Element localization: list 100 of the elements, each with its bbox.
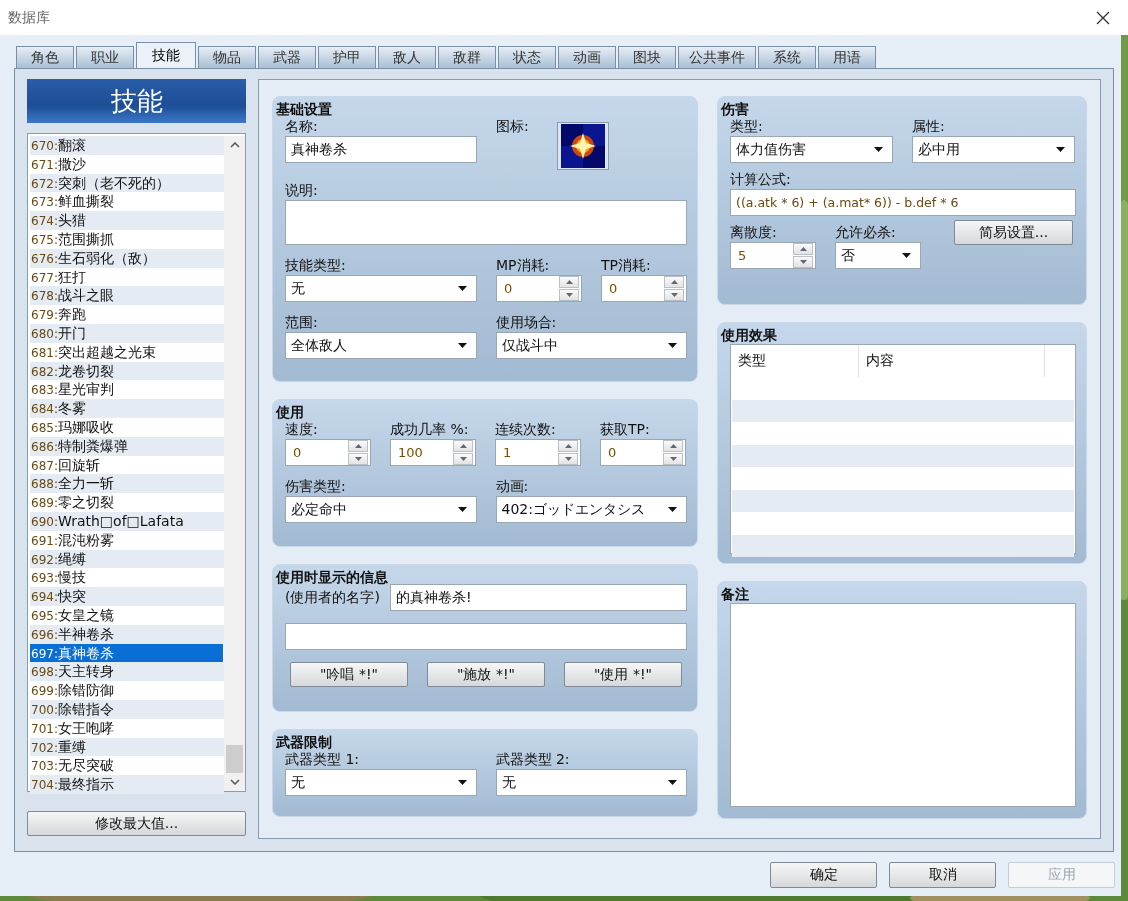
list-item[interactable]: 703:无尽突破 xyxy=(30,756,224,776)
column-header[interactable]: 类型 xyxy=(731,345,859,377)
list-item[interactable]: 675:范围撕抓 xyxy=(30,230,224,249)
spin-up-button[interactable] xyxy=(664,276,684,288)
list-item[interactable]: 690:Wrath□of□Lafata xyxy=(30,511,224,531)
number-spinner[interactable]: 0 xyxy=(601,275,687,302)
list-item[interactable]: 672:突刺（老不死的） xyxy=(30,173,224,193)
spin-down-button[interactable] xyxy=(559,289,579,301)
spin-down-button[interactable] xyxy=(558,453,578,465)
text-field[interactable]: 真神卷杀 xyxy=(285,136,477,163)
number-spinner[interactable]: 0 xyxy=(285,439,371,466)
list-item[interactable]: 670:翻滚 xyxy=(30,136,224,155)
text-field[interactable]: 的真神卷杀! xyxy=(389,584,687,611)
scroll-down-icon[interactable] xyxy=(229,779,240,785)
spin-up-button[interactable] xyxy=(348,440,368,452)
list-item[interactable]: 683:星光审判 xyxy=(30,380,224,400)
list-item[interactable]: 678:战斗之眼 xyxy=(30,286,224,306)
list-item[interactable]: 692:绳缚 xyxy=(30,549,224,569)
quick-setup-button[interactable]: 简易设置... xyxy=(954,220,1073,245)
tab[interactable]: 系统 xyxy=(758,46,816,68)
close-icon[interactable] xyxy=(1096,10,1110,25)
list-item[interactable]: 671:撒沙 xyxy=(30,154,224,174)
list-item[interactable]: 693:慢技 xyxy=(30,568,224,588)
spin-down-button[interactable] xyxy=(793,256,813,268)
list-item[interactable]: 688:全力一斩 xyxy=(30,474,224,494)
list-item[interactable]: 680:开门 xyxy=(30,323,224,343)
spin-up-button[interactable] xyxy=(453,440,473,452)
spin-down-button[interactable] xyxy=(348,453,368,465)
dropdown[interactable]: 全体敌人 xyxy=(285,332,477,359)
number-spinner[interactable]: 100 xyxy=(390,439,476,466)
spin-up-button[interactable] xyxy=(793,243,813,255)
list-item[interactable]: 677:狂打 xyxy=(30,267,224,287)
tab[interactable]: 技能 xyxy=(136,42,196,68)
list-item[interactable]: 679:奔跑 xyxy=(30,305,224,324)
number-spinner[interactable]: 0 xyxy=(496,275,582,302)
list-item[interactable]: 689:零之切裂 xyxy=(30,493,224,512)
scrollbar[interactable] xyxy=(224,136,245,791)
tab[interactable]: 用语 xyxy=(818,46,876,68)
list-item[interactable]: 700:除错指令 xyxy=(30,699,224,719)
list-item[interactable]: 699:除错防御 xyxy=(30,681,224,700)
spin-down-button[interactable] xyxy=(664,289,684,301)
dialog-button[interactable]: 取消 xyxy=(889,862,996,888)
column-header[interactable]: 内容 xyxy=(859,345,1045,377)
tab[interactable]: 状态 xyxy=(498,46,556,68)
list-item[interactable]: 684:冬雾 xyxy=(30,399,224,418)
tab[interactable]: 公共事件 xyxy=(678,46,756,68)
list-item[interactable]: 673:鲜血撕裂 xyxy=(30,192,224,212)
spin-up-button[interactable] xyxy=(559,276,579,288)
dropdown[interactable]: 体力值伤害 xyxy=(730,136,893,163)
dropdown[interactable]: 仅战斗中 xyxy=(495,332,687,359)
insert-text-button[interactable]: "施放 *!" xyxy=(427,662,545,687)
list-item[interactable]: 701:女王咆哮 xyxy=(30,718,224,738)
list-item[interactable]: 681:突出超越之光束 xyxy=(30,342,224,362)
list-item[interactable]: 686:特制粪爆弹 xyxy=(30,436,224,456)
tab[interactable]: 图块 xyxy=(618,46,676,68)
list-item[interactable]: 695:女皇之镜 xyxy=(30,605,224,625)
list-item[interactable]: 694:快突 xyxy=(30,587,224,606)
list-item[interactable]: 702:重缚 xyxy=(30,737,224,757)
tab[interactable]: 角色 xyxy=(16,46,74,68)
tab[interactable]: 物品 xyxy=(198,46,256,68)
dropdown[interactable]: 无 xyxy=(285,275,477,302)
dropdown[interactable]: 无 xyxy=(495,769,687,796)
spin-up-button[interactable] xyxy=(663,440,683,452)
number-spinner[interactable]: 0 xyxy=(600,439,686,466)
tab[interactable]: 动画 xyxy=(558,46,616,68)
spin-down-button[interactable] xyxy=(663,453,683,465)
tab[interactable]: 敌人 xyxy=(378,46,436,68)
list-item[interactable]: 685:玛娜吸收 xyxy=(30,417,224,437)
insert-text-button[interactable]: "吟唱 *!" xyxy=(290,662,408,687)
dropdown[interactable]: 必中用 xyxy=(912,136,1075,163)
spin-down-button[interactable] xyxy=(453,453,473,465)
dropdown[interactable]: 402:ゴッドエンタシス xyxy=(495,496,687,523)
change-maximum-button[interactable]: 修改最大值... xyxy=(27,811,246,836)
text-field[interactable] xyxy=(285,623,687,650)
dropdown[interactable]: 必定命中 xyxy=(285,496,477,523)
tab[interactable]: 职业 xyxy=(76,46,134,68)
list-item[interactable]: 704:最终指示 xyxy=(30,775,224,794)
list-item[interactable]: 676:生石弱化（敌） xyxy=(30,248,224,268)
list-item[interactable]: 687:回旋斩 xyxy=(30,455,224,475)
dropdown[interactable]: 否 xyxy=(835,242,921,269)
dropdown[interactable]: 无 xyxy=(285,769,477,796)
number-spinner[interactable]: 5 xyxy=(730,242,816,269)
insert-text-button[interactable]: "使用 *!" xyxy=(564,662,682,687)
list-item[interactable]: 698:天主转身 xyxy=(30,662,224,682)
skill-icon-button[interactable] xyxy=(556,122,609,170)
list-item[interactable]: 674:头猎 xyxy=(30,211,224,230)
tab[interactable]: 敌群 xyxy=(438,46,496,68)
spin-up-button[interactable] xyxy=(558,440,578,452)
number-spinner[interactable]: 1 xyxy=(495,439,581,466)
dialog-button[interactable]: 确定 xyxy=(770,862,877,888)
tab[interactable]: 护甲 xyxy=(318,46,376,68)
note-field[interactable] xyxy=(730,603,1076,807)
description-field[interactable] xyxy=(285,200,687,245)
text-field[interactable]: ((a.atk * 6) + (a.mat* 6)) - b.def * 6 xyxy=(730,189,1076,216)
list-item[interactable]: 691:混沌粉雾 xyxy=(30,530,224,550)
scroll-thumb[interactable] xyxy=(226,745,243,773)
scroll-up-icon[interactable] xyxy=(229,142,240,148)
list-item[interactable]: 682:龙卷切裂 xyxy=(30,361,224,381)
tab[interactable]: 武器 xyxy=(258,46,316,68)
list-item[interactable]: 696:半神卷杀 xyxy=(30,624,224,644)
